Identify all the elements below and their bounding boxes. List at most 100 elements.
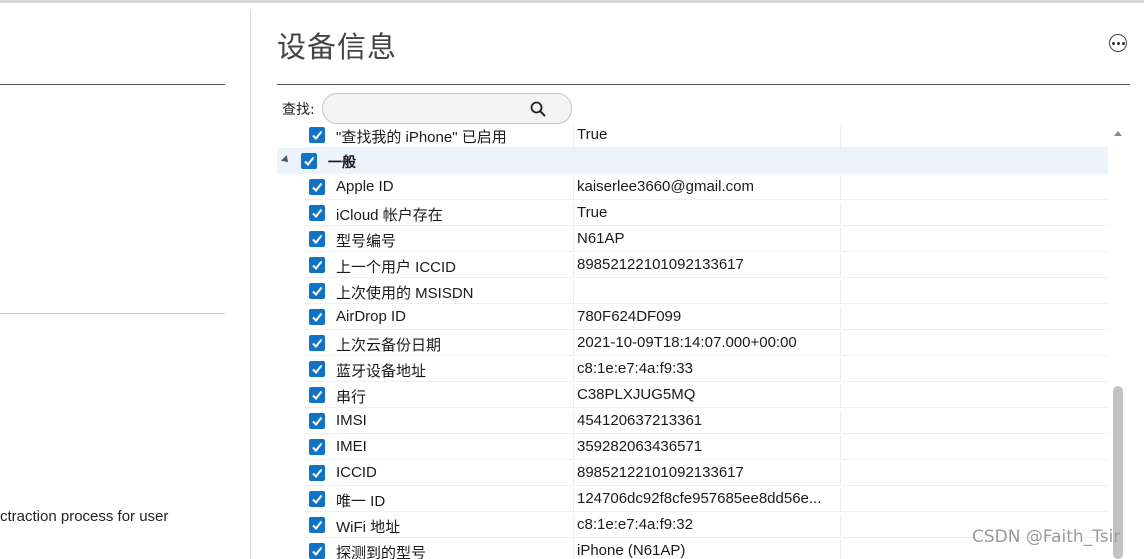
search-label: 查找:	[282, 102, 315, 118]
title-divider	[277, 84, 1130, 85]
column-divider	[573, 462, 574, 486]
pane-divider[interactable]	[250, 10, 251, 559]
checkbox[interactable]	[309, 309, 325, 325]
device-info-table: "查找我的 iPhone" 已启用 True 一般 Apple ID kaiserlee…	[277, 126, 1108, 559]
column-divider	[573, 332, 574, 356]
property-name: Apple ID	[336, 178, 394, 195]
property-name: AirDrop ID	[336, 308, 407, 325]
property-name: 上次云备份日期	[336, 337, 442, 354]
table-row[interactable]: "查找我的 iPhone" 已启用 True	[277, 126, 1108, 148]
checkbox[interactable]	[309, 335, 325, 351]
property-value: 454120637213361	[577, 412, 703, 429]
table-row[interactable]: ICCID 89852122101092133617	[277, 460, 1108, 486]
column-divider	[573, 306, 574, 330]
property-name: IMSI	[336, 412, 367, 429]
column-divider	[573, 488, 574, 512]
property-name: 上次使用的 MSISDN	[336, 285, 474, 302]
checkbox[interactable]	[309, 491, 325, 507]
group-row[interactable]: 一般	[277, 148, 1108, 174]
expand-triangle-icon[interactable]	[281, 155, 291, 165]
property-name: 上一个用户 ICCID	[336, 259, 457, 276]
table-row[interactable]: 上次使用的 MSISDN	[277, 278, 1108, 304]
property-value: True	[577, 126, 608, 143]
column-divider	[840, 306, 841, 330]
checkbox[interactable]	[309, 257, 325, 273]
property-value: C38PLXJUG5MQ	[577, 386, 696, 403]
column-divider	[573, 202, 574, 226]
left-divider	[0, 84, 225, 85]
checkbox[interactable]	[309, 179, 325, 195]
column-divider	[840, 462, 841, 486]
table-row[interactable]: AirDrop ID 780F624DF099	[277, 304, 1108, 330]
table-row[interactable]: 蓝牙设备地址 c8:1e:e7:4a:f9:33	[277, 356, 1108, 382]
property-name: 型号编号	[336, 233, 397, 250]
table-row[interactable]: iCloud 帐户存在 True	[277, 200, 1108, 226]
checkbox[interactable]	[309, 205, 325, 221]
property-value: 89852122101092133617	[577, 464, 744, 481]
checkbox[interactable]	[309, 361, 325, 377]
table-row[interactable]: IMSI 454120637213361	[277, 408, 1108, 434]
search-input[interactable]	[335, 100, 529, 120]
property-value: 2021-10-09T18:14:07.000+00:00	[577, 334, 797, 351]
checkbox[interactable]	[309, 517, 325, 533]
property-name: 唯一 ID	[336, 493, 386, 510]
property-value: True	[577, 204, 608, 221]
column-divider	[840, 358, 841, 382]
scroll-up-arrow[interactable]	[1114, 131, 1122, 136]
column-divider	[573, 254, 574, 278]
table-row[interactable]: 上次云备份日期 2021-10-09T18:14:07.000+00:00	[277, 330, 1108, 356]
column-divider	[840, 410, 841, 434]
checkbox[interactable]	[309, 231, 325, 247]
property-name: 蓝牙设备地址	[336, 363, 427, 380]
table-row[interactable]: 唯一 ID 124706dc92f8cfe957685ee8dd56e...	[277, 486, 1108, 512]
property-name: 一般	[328, 155, 356, 171]
property-value: c8:1e:e7:4a:f9:33	[577, 360, 693, 377]
column-divider	[573, 540, 574, 559]
property-name: IMEI	[336, 438, 367, 455]
column-divider	[573, 410, 574, 434]
column-divider	[840, 514, 841, 538]
table-row[interactable]: 串行 C38PLXJUG5MQ	[277, 382, 1108, 408]
checkbox[interactable]	[309, 387, 325, 403]
property-value: 89852122101092133617	[577, 256, 744, 273]
page-title: 设备信息	[277, 30, 398, 64]
checkbox[interactable]	[309, 127, 325, 143]
left-pane: ctraction process for user	[0, 3, 250, 559]
property-name: "查找我的 iPhone" 已启用	[336, 129, 507, 146]
checkbox[interactable]	[309, 413, 325, 429]
column-divider	[840, 384, 841, 408]
column-divider	[840, 280, 841, 304]
property-value: kaiserlee3660@gmail.com	[577, 178, 754, 195]
watermark: CSDN @Faith_Tsir	[972, 527, 1121, 547]
column-divider	[840, 176, 841, 200]
column-divider	[840, 540, 841, 559]
table-row[interactable]: Apple ID kaiserlee3660@gmail.com	[277, 174, 1108, 200]
property-value: iPhone (N61AP)	[577, 542, 686, 559]
column-divider	[840, 202, 841, 226]
checkbox[interactable]	[309, 543, 325, 559]
column-divider	[840, 254, 841, 278]
magnifier-icon[interactable]	[530, 101, 546, 117]
property-name: iCloud 帐户存在	[336, 207, 443, 224]
table-row[interactable]: IMEI 359282063436571	[277, 434, 1108, 460]
column-divider	[840, 488, 841, 512]
checkbox[interactable]	[301, 153, 317, 169]
column-divider	[573, 358, 574, 382]
property-value: c8:1e:e7:4a:f9:32	[577, 516, 693, 533]
property-name: ICCID	[336, 464, 377, 481]
checkbox[interactable]	[309, 465, 325, 481]
checkbox[interactable]	[309, 439, 325, 455]
property-value: 780F624DF099	[577, 308, 682, 325]
column-divider	[573, 280, 574, 304]
table-row[interactable]: 型号编号 N61AP	[277, 226, 1108, 252]
column-divider	[840, 228, 841, 252]
property-value: N61AP	[577, 230, 625, 247]
column-divider	[573, 176, 574, 200]
table-row[interactable]: 上一个用户 ICCID 89852122101092133617	[277, 252, 1108, 278]
column-divider	[840, 332, 841, 356]
column-divider	[573, 384, 574, 408]
ellipsis-circle-icon[interactable]	[1109, 34, 1127, 52]
left-pane-text: ctraction process for user	[0, 508, 169, 525]
column-divider	[840, 436, 841, 460]
checkbox[interactable]	[309, 283, 325, 299]
